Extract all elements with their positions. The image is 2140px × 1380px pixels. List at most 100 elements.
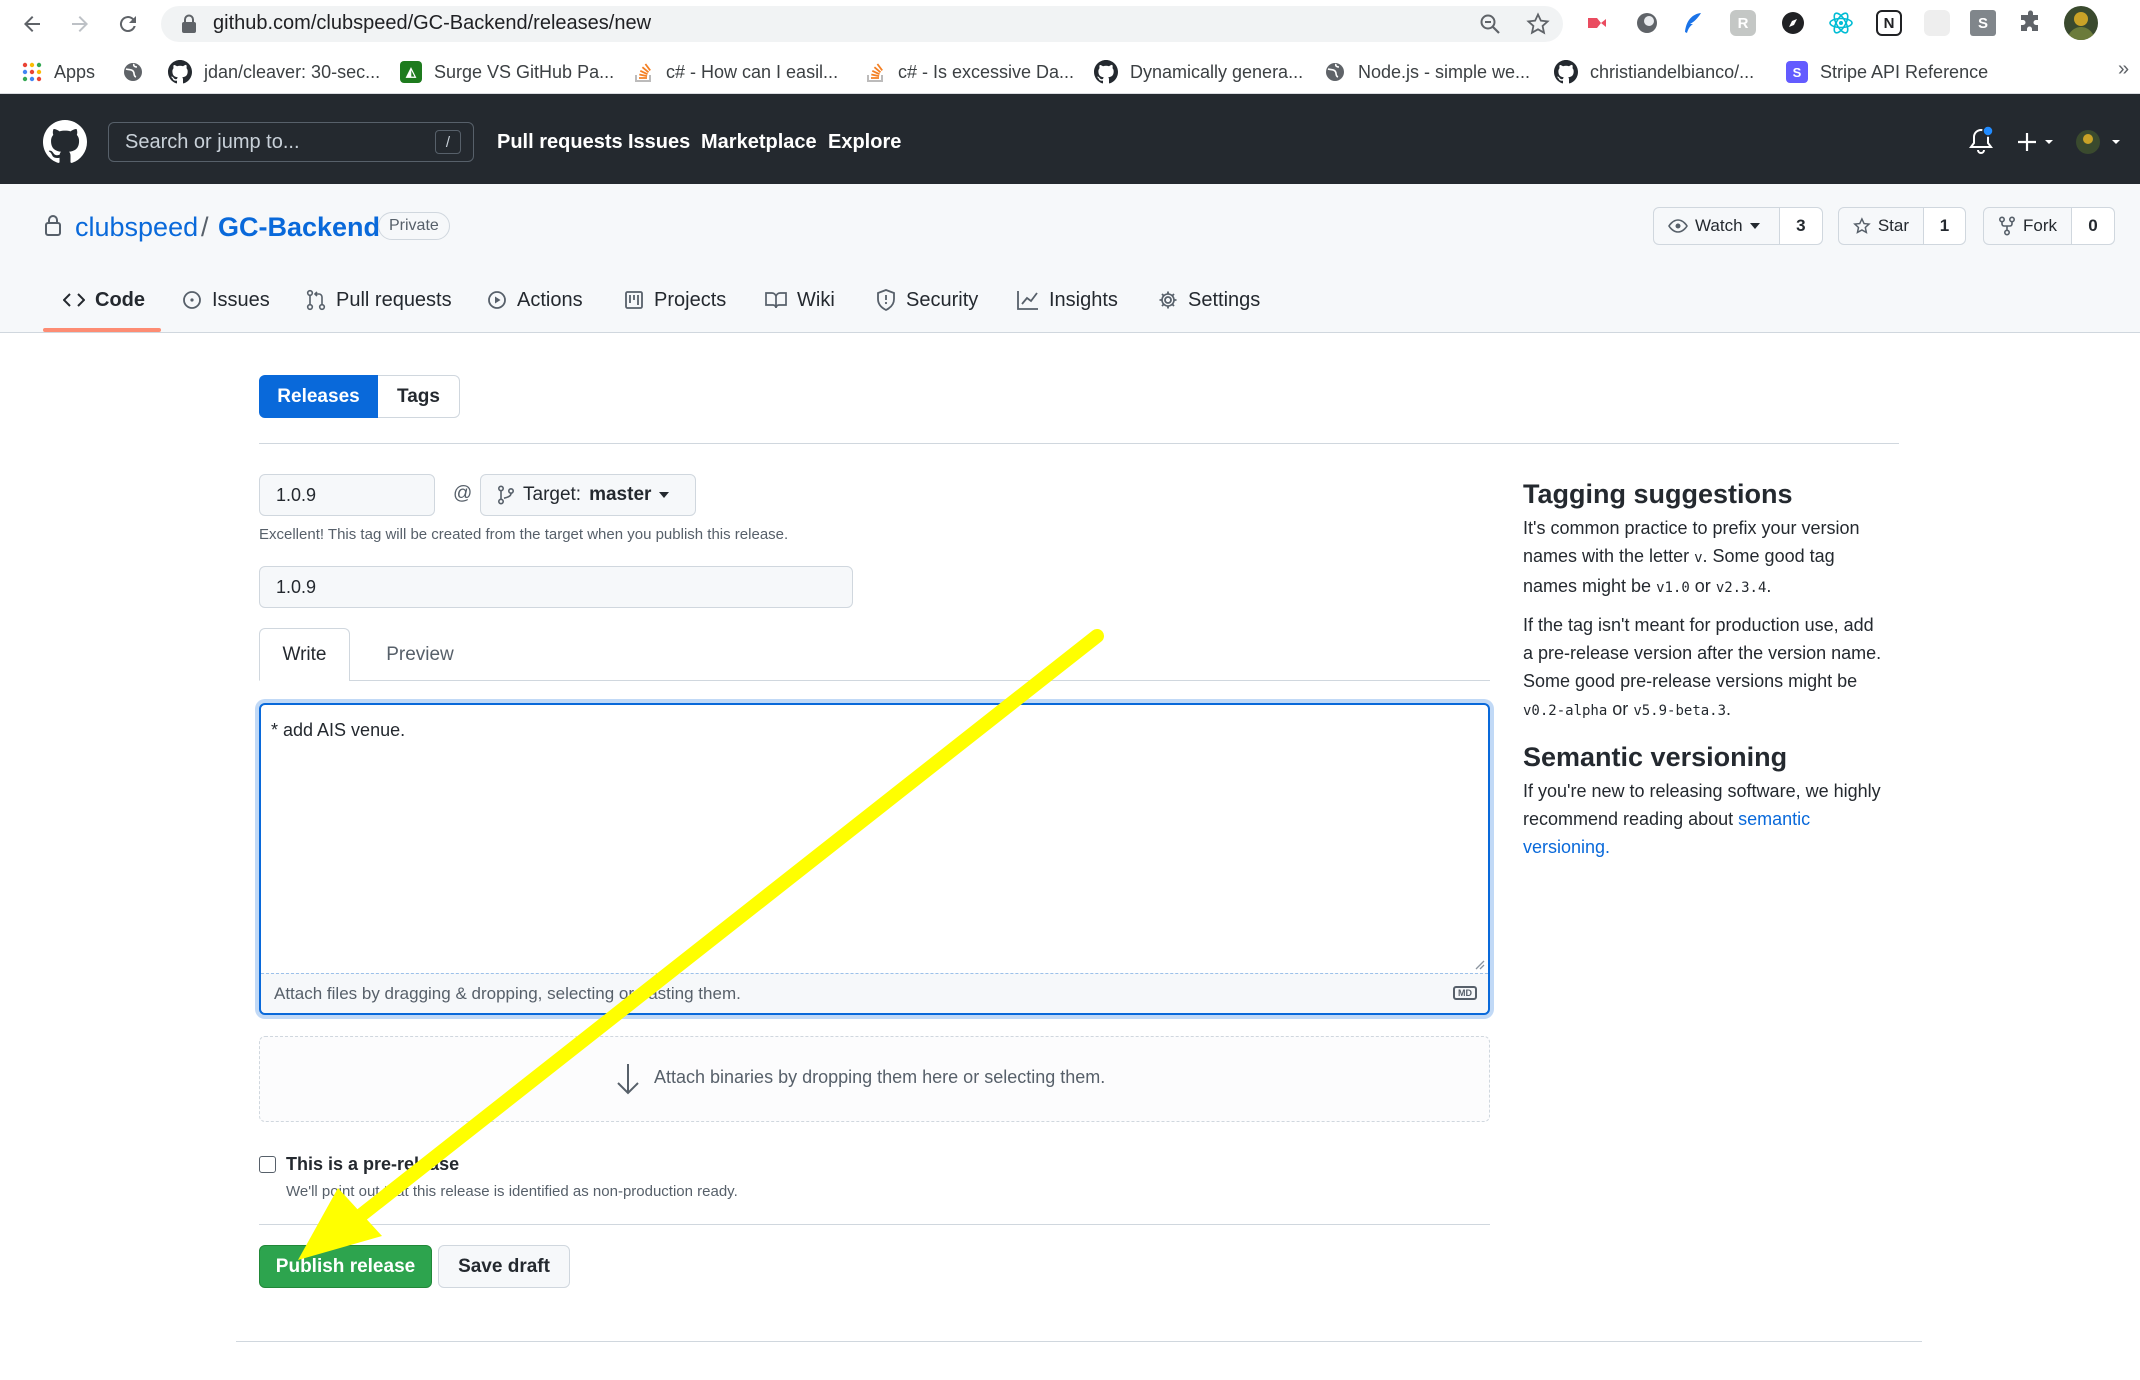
watch-label: Watch [1695,216,1743,235]
bookmark-apps[interactable]: Apps [22,58,95,86]
extension-r-label: R [1737,14,1749,32]
github-icon [1554,60,1578,84]
text-line: recommend reading about semantic [1523,805,1903,833]
tab-security[interactable]: Security [876,286,978,314]
binaries-hint[interactable]: Attach binaries by dropping them here or… [654,1067,1105,1088]
tab-code[interactable]: Code [63,286,145,314]
write-tab[interactable]: Write [259,628,350,681]
extension-compass-icon[interactable] [1780,10,1806,36]
tag-version-input[interactable]: 1.0.9 [259,474,435,516]
forward-icon[interactable] [68,12,92,36]
extension-s-icon[interactable]: S [1970,10,1996,36]
code-example: v1.0 [1656,580,1690,596]
lock-icon[interactable] [180,14,198,34]
url-text[interactable]: github.com/clubspeed/GC-Backend/releases… [213,12,651,35]
nav-issues[interactable]: Issues [628,131,690,154]
extension-n-label: N [1883,14,1895,32]
shield-icon [877,289,895,311]
bookmark-dynamically[interactable]: Dynamically genera... [1094,58,1303,86]
preview-tab[interactable]: Preview [370,628,470,681]
repo-name-link[interactable]: GC-Backend [218,212,380,243]
globe-icon [1324,61,1346,83]
nav-explore[interactable]: Explore [828,131,901,154]
github-icon [1094,60,1118,84]
text-line: If the tag isn't meant for production us… [1523,615,1874,635]
tab-insights[interactable]: Insights [1017,286,1118,314]
stackoverflow-icon [866,61,886,83]
publish-release-button[interactable]: Publish release [259,1245,432,1288]
extension-r-icon[interactable]: R [1730,10,1756,36]
prerelease-checkbox[interactable] [259,1156,276,1173]
eye-icon [1668,219,1688,233]
fork-count[interactable]: 0 [2071,208,2114,244]
tab-issues[interactable]: Issues [182,286,270,314]
more-bookmarks-chevron[interactable]: » [2118,58,2129,81]
create-new-plus-icon[interactable] [2016,130,2056,154]
chevron-down-icon [1749,223,1760,229]
nav-marketplace[interactable]: Marketplace [701,131,817,154]
release-notes-textarea[interactable] [259,703,1490,1015]
github-logo-icon[interactable] [43,120,87,164]
semantic-versioning-link[interactable]: semantic [1738,809,1810,829]
resize-handle-icon[interactable] [1473,958,1485,970]
extension-s-label: S [1977,14,1988,32]
bookmark-surge[interactable]: ◭ Surge VS GitHub Pa... [400,58,614,86]
bookmark-christiandelbianco[interactable]: christiandelbianco/... [1554,58,1754,86]
save-draft-button[interactable]: Save draft [438,1245,570,1288]
text-span: . [1766,576,1772,596]
bookmark-label: Dynamically genera... [1130,61,1304,82]
release-title-input[interactable]: 1.0.9 [259,566,853,608]
star-count[interactable]: 1 [1923,208,1965,244]
nav-pull-requests[interactable]: Pull requests [497,131,623,154]
notifications-bell-icon[interactable] [1968,126,1994,156]
fork-label: Fork [2023,216,2057,235]
code-v: v [1694,550,1703,566]
prerelease-label[interactable]: This is a pre-release [286,1154,459,1175]
text-line: Some good pre-release versions might be [1523,671,1858,691]
bookmark-stripe[interactable]: S Stripe API Reference [1786,58,1988,86]
fork-button[interactable]: Fork 0 [1983,207,2115,245]
extensions-puzzle-icon[interactable] [2018,10,2044,36]
releases-tab-button[interactable]: Releases [259,375,378,418]
back-icon[interactable] [20,12,44,36]
tab-actions[interactable]: Actions [487,286,583,314]
zoom-icon[interactable] [1478,12,1502,36]
watch-button[interactable]: Watch 3 [1653,207,1823,245]
attach-files-hint[interactable]: Attach files by dragging & dropping, sel… [274,984,741,1004]
text-span: or [1607,699,1634,719]
code-icon [63,293,85,307]
extension-react-icon[interactable] [1828,10,1854,36]
bookmark-so-1[interactable]: c# - How can I easil... [634,58,838,86]
bookmark-nodejs[interactable]: Node.js - simple we... [1324,58,1530,86]
profile-avatar[interactable] [2064,6,2098,40]
semantic-versioning-link[interactable]: versioning. [1523,837,1610,857]
extension-blank-icon[interactable] [1924,10,1950,36]
markdown-icon[interactable]: MD [1453,986,1477,1000]
bookmark-star-icon[interactable] [1526,12,1550,36]
target-branch-select[interactable]: Target: master [480,474,696,516]
bookmark-so-2[interactable]: c# - Is excessive Da... [866,58,1074,86]
tab-pull-requests[interactable]: Pull requests [306,286,452,314]
tab-projects[interactable]: Projects [624,286,726,314]
tab-settings[interactable]: Settings [1158,286,1260,314]
extension-notion-icon[interactable]: N [1876,10,1902,36]
extension-circle-icon[interactable] [1634,10,1660,36]
user-avatar-menu[interactable] [2074,128,2120,156]
watch-count[interactable]: 3 [1778,208,1822,244]
tagging-suggestions-heading: Tagging suggestions [1523,479,1793,509]
star-button[interactable]: Star 1 [1838,207,1966,245]
bookmark-jdan-cleaver[interactable] [122,58,144,86]
repo-owner-link[interactable]: clubspeed [75,212,198,243]
editor-tabs-divider [349,680,1490,681]
tab-wiki[interactable]: Wiki [765,286,835,314]
reload-icon[interactable] [116,12,140,36]
release-notes-text[interactable]: * add AIS venue. [271,720,405,741]
text-line: names with the letter v. Some good tag [1523,542,1903,572]
bookmark-jdan[interactable]: jdan/cleaver: 30-sec... [168,58,380,86]
extension-record-icon[interactable] [1584,10,1610,36]
extension-feather-icon[interactable] [1680,10,1706,36]
text-span: names might be [1523,576,1657,596]
text-line: v0.2-alpha or v5.9-beta.3. [1523,695,1903,725]
tags-tab-button[interactable]: Tags [378,375,460,418]
bookmark-label: christiandelbianco/... [1590,61,1755,82]
